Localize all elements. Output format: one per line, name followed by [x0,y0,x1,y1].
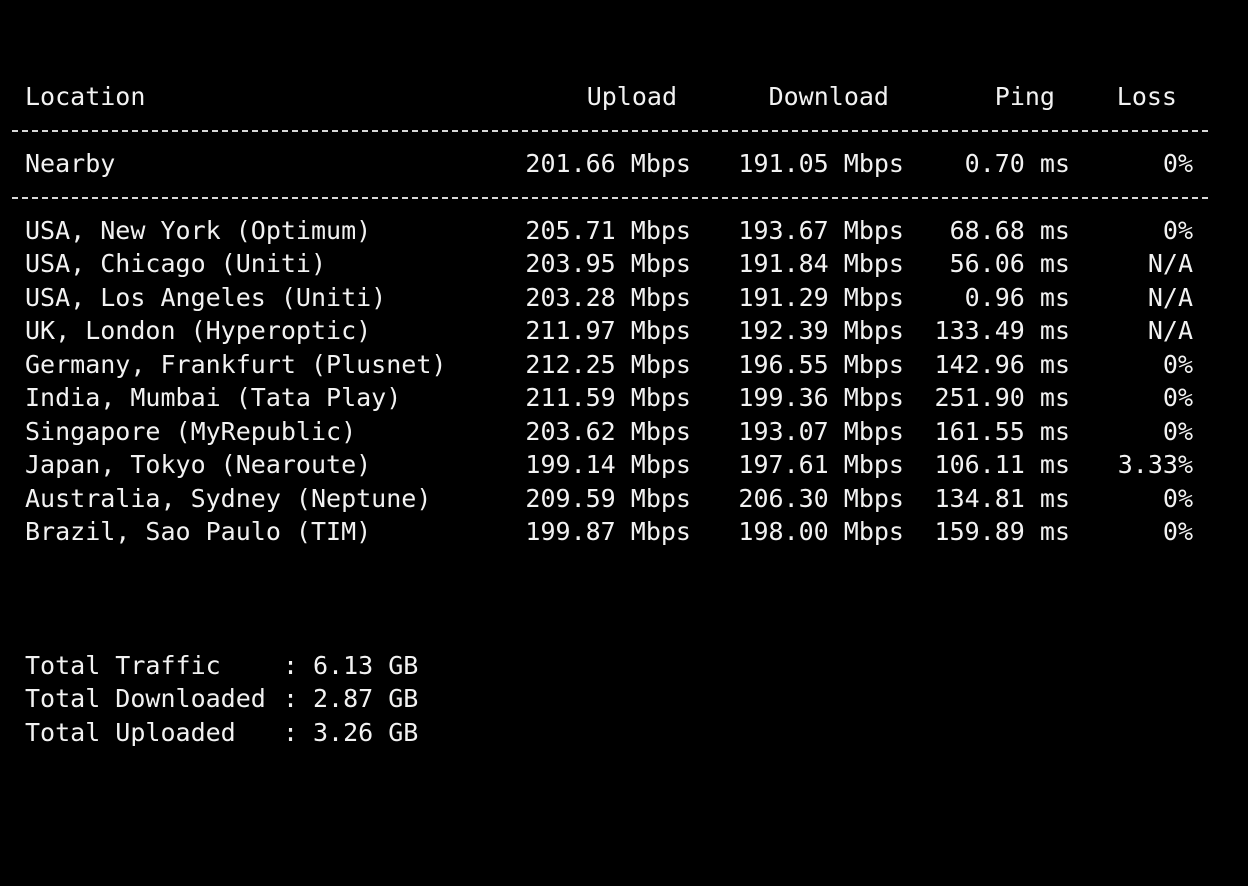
row-loss: 0% [1162,484,1193,513]
table-row: Japan, Tokyo (Nearoute) 199.14 Mbps 197.… [0,448,1248,482]
row-upload: 199.87 Mbps [525,517,691,546]
row-download: 191.29 Mbps [738,283,904,312]
summary-label: Total Downloaded [25,684,266,713]
row-location: Japan, Tokyo (Nearoute) [25,450,372,479]
summary-total-traffic: Total Traffic : 6.13 GB [25,649,418,683]
header-loss: Loss [1116,82,1177,111]
summary-total-downloaded: Total Downloaded : 2.87 GB [25,682,418,716]
row-download: 196.55 Mbps [738,350,904,379]
summary-total-uploaded: Total Uploaded : 3.26 GB [25,716,418,750]
row-location: USA, Chicago (Uniti) [25,249,327,278]
row-download: 199.36 Mbps [738,383,904,412]
table-row: Australia, Sydney (Neptune) 209.59 Mbps … [0,482,1248,516]
row-location: Germany, Frankfurt (Plusnet) [25,350,447,379]
table-row: USA, Chicago (Uniti) 203.95 Mbps 191.84 … [0,247,1248,281]
row-location: Singapore (MyRepublic) [25,417,357,446]
nearby-location: Nearby [25,149,116,178]
summary-value: 3.26 GB [313,718,419,747]
nearby-row: Nearby 201.66 Mbps 191.05 Mbps 0.70 ms 0… [0,147,1248,181]
summary-separator: : [283,684,299,713]
row-loss: 3.33% [1117,450,1193,479]
row-ping: 56.06 ms [949,249,1070,278]
row-loss: 0% [1162,216,1193,245]
nearby-upload: 201.66 Mbps [525,149,691,178]
table-row: Singapore (MyRepublic) 203.62 Mbps 193.0… [0,415,1248,449]
row-download: 191.84 Mbps [738,249,904,278]
header-upload: Upload [586,82,677,111]
row-upload: 203.28 Mbps [525,283,691,312]
nearby-divider [12,197,1208,199]
header-ping: Ping [994,82,1055,111]
row-loss: 0% [1162,383,1193,412]
summary-value: 2.87 GB [313,684,419,713]
table-header: Location Upload Download Ping Loss [0,80,1248,114]
row-upload: 209.59 Mbps [525,484,691,513]
row-ping: 159.89 ms [934,517,1070,546]
summary-separator: : [283,718,299,747]
row-ping: 161.55 ms [934,417,1070,446]
row-upload: 203.62 Mbps [525,417,691,446]
header-location: Location [25,82,146,111]
row-upload: 211.59 Mbps [525,383,691,412]
nearby-download: 191.05 Mbps [738,149,904,178]
row-location: Australia, Sydney (Neptune) [25,484,432,513]
row-download: 192.39 Mbps [738,316,904,345]
terminal-window: Location Upload Download Ping Loss Nearb… [0,0,1248,832]
summary-label: Total Uploaded [25,718,236,747]
row-loss: 0% [1162,417,1193,446]
row-download: 193.07 Mbps [738,417,904,446]
row-location: Brazil, Sao Paulo (TIM) [25,517,372,546]
row-ping: 251.90 ms [934,383,1070,412]
row-ping: 133.49 ms [934,316,1070,345]
row-loss: 0% [1162,517,1193,546]
row-ping: 134.81 ms [934,484,1070,513]
row-ping: 106.11 ms [934,450,1070,479]
row-location: UK, London (Hyperoptic) [25,316,372,345]
summary-separator: : [283,651,299,680]
row-upload: 212.25 Mbps [525,350,691,379]
table-row: USA, Los Angeles (Uniti) 203.28 Mbps 191… [0,281,1248,315]
header-download: Download [768,82,889,111]
nearby-ping: 0.70 ms [964,149,1070,178]
row-loss: N/A [1147,316,1193,345]
row-upload: 211.97 Mbps [525,316,691,345]
row-ping: 142.96 ms [934,350,1070,379]
row-download: 197.61 Mbps [738,450,904,479]
row-download: 193.67 Mbps [738,216,904,245]
row-upload: 199.14 Mbps [525,450,691,479]
summary-label: Total Traffic [25,651,221,680]
summary-value: 6.13 GB [313,651,419,680]
row-location: India, Mumbai (Tata Play) [25,383,402,412]
row-location: USA, Los Angeles (Uniti) [25,283,387,312]
row-location: USA, New York (Optimum) [25,216,372,245]
table-row: UK, London (Hyperoptic) 211.97 Mbps 192.… [0,314,1248,348]
row-ping: 0.96 ms [964,283,1070,312]
table-row: India, Mumbai (Tata Play) 211.59 Mbps 19… [0,381,1248,415]
nearby-loss: 0% [1162,149,1193,178]
table-row: Germany, Frankfurt (Plusnet) 212.25 Mbps… [0,348,1248,382]
row-download: 198.00 Mbps [738,517,904,546]
row-upload: 205.71 Mbps [525,216,691,245]
row-ping: 68.68 ms [949,216,1070,245]
row-loss: N/A [1147,249,1193,278]
table-row: Brazil, Sao Paulo (TIM) 199.87 Mbps 198.… [0,515,1248,549]
table-row: USA, New York (Optimum) 205.71 Mbps 193.… [0,214,1248,248]
row-upload: 203.95 Mbps [525,249,691,278]
row-loss: 0% [1162,350,1193,379]
row-download: 206.30 Mbps [738,484,904,513]
header-divider [12,130,1208,132]
row-loss: N/A [1147,283,1193,312]
